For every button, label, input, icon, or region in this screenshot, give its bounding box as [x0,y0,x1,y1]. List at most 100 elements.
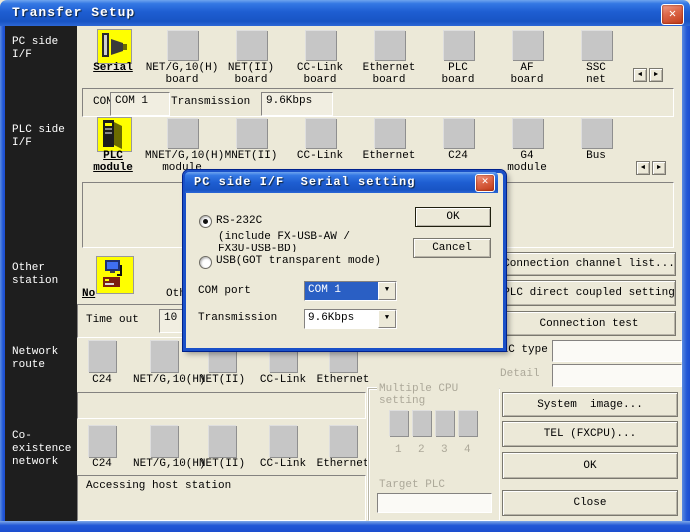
netroute-c24-icon[interactable] [88,340,116,372]
detail-label: Detail [500,368,540,380]
modal-ok-button[interactable]: OK [415,207,491,227]
com-port-select[interactable]: COM 1 ▼ [304,281,397,301]
tel-fxcpu-button[interactable]: TEL (FXCPU)... [502,421,678,447]
multiple-cpu-title: Multiple CPU setting [377,383,499,407]
pc-if-scroll-left-icon[interactable]: ◄ [633,68,647,82]
pc-if-plc-board-icon[interactable] [443,30,474,60]
sidebar-label-pc-side: PC side I/F [8,36,82,57]
usb-radio[interactable] [199,256,212,269]
plc-if-scroll-right-icon[interactable]: ► [652,161,666,175]
other-station-no-label[interactable]: No [82,288,95,300]
netroute-label-netg10h: NET/G,10(H) [133,374,195,386]
plc-if-cclink-icon[interactable] [305,118,336,148]
modal-cancel-button[interactable]: Cancel [413,238,491,258]
pc-if-af-board-icon[interactable] [512,30,543,60]
pc-if-label-plc: PLC board [421,62,495,86]
pc-if-label-af: AF board [490,62,564,86]
com-port-label: COM port [198,285,251,297]
plc-if-c24-icon[interactable] [443,118,474,148]
transmission-value-field[interactable]: 9.6Kbps [261,92,333,116]
transmission-value: 9.6Kbps [305,310,378,328]
netroute-label-cclink: CC-Link [252,374,314,386]
plc-if-label-mnetii: MNET(II) [214,150,288,162]
chevron-down-icon[interactable]: ▼ [378,282,396,300]
plc-if-bus-icon[interactable] [581,118,612,148]
sidebar-label-other-station: Other station [8,262,82,288]
sidebar-label-network-route: Network route [8,346,82,372]
serial-dialog-title: PC side I/F Serial setting [194,175,415,189]
host-station-text: Accessing host station [86,480,231,492]
plc-module-icon[interactable] [97,117,132,152]
rs232c-radio[interactable] [199,215,212,228]
rs232c-note-line2: FX3U-USB-BD) [218,244,297,252]
serial-dialog-title-bar[interactable]: PC side I/F Serial setting ✕ [185,172,498,193]
coexist-label-netg10h: NET/G,10(H) [133,458,195,470]
system-image-button[interactable]: System image... [502,392,678,417]
plc-if-label-bus: Bus [559,150,633,162]
pc-if-settings-panel: COM COM 1 Transmission 9.6Kbps [82,88,674,117]
multiple-cpu-group: Multiple CPU setting 1 2 3 4 Target PLC [368,388,500,521]
connection-channel-list-button[interactable]: Connection channel list... [502,252,676,276]
other-station-icon[interactable] [96,256,134,294]
detail-field [552,364,682,387]
plc-if-label-ethernet: Ethernet [352,150,426,162]
close-button-main[interactable]: Close [502,490,678,516]
title-bar[interactable]: Transfer Setup ✕ [0,0,690,26]
netroute-netg10h-icon[interactable] [150,340,178,372]
sidebar: PC side I/F PLC side I/F Other station N… [5,26,77,521]
target-plc-label: Target PLC [379,479,445,491]
pc-if-label-ssc: SSC net [559,62,633,86]
pc-if-cclink-board-icon[interactable] [305,30,336,60]
com-port-value: COM 1 [305,282,378,300]
coexist-netii-icon[interactable] [208,425,236,457]
pc-if-scroll-right-icon[interactable]: ► [649,68,663,82]
plc-if-scroll-left-icon[interactable]: ◄ [636,161,650,175]
connection-test-button[interactable]: Connection test [502,311,676,336]
plc-if-label-plc-module: PLC module [76,150,150,174]
close-button[interactable]: ✕ [661,4,684,25]
netroute-info-box [77,392,366,419]
plc-if-label-c24: C24 [421,150,495,162]
coexist-label-cclink: CC-Link [252,458,314,470]
pc-if-label-netii: NET(II) board [214,62,288,86]
rs232c-note-line1: (include FX-USB-AW / [218,232,350,243]
close-icon: ✕ [482,176,489,188]
plc-if-mnetii-icon[interactable] [236,118,267,148]
coexist-netg10h-icon[interactable] [150,425,178,457]
cpu-slot-4 [458,410,477,436]
netroute-label-c24: C24 [71,374,133,386]
host-station-box: Accessing host station [77,475,366,521]
serial-dialog-close-button[interactable]: ✕ [475,174,495,192]
timeout-label: Time out [86,314,139,326]
com-value-field[interactable]: COM 1 [110,92,170,116]
plc-direct-coupled-button[interactable]: PLC direct coupled setting [502,280,676,306]
coexist-ethernet-icon[interactable] [329,425,357,457]
serial-icon[interactable] [97,29,132,64]
pc-if-label-serial: Serial [76,62,150,74]
pc-if-ssc-net-icon[interactable] [581,30,612,60]
pc-if-label-cclink: CC-Link board [283,62,357,86]
pc-if-netii-board-icon[interactable] [236,30,267,60]
plc-type-field[interactable] [552,340,682,362]
window-border-bottom [0,521,690,532]
coexist-cclink-icon[interactable] [269,425,297,457]
coexist-label-netii: NET(II) [191,458,253,470]
ok-button[interactable]: OK [502,452,678,479]
sidebar-label-plc-side: PLC side I/F [8,124,82,145]
cpu-slot-1-num: 1 [395,444,402,456]
cpu-slot-2 [412,410,431,436]
transmission-select[interactable]: 9.6Kbps ▼ [304,309,397,329]
pc-if-label-ethernet: Ethernet board [352,62,426,86]
chevron-down-icon[interactable]: ▼ [378,310,396,328]
plc-if-ethernet-icon[interactable] [374,118,405,148]
plc-if-mnetg10h-icon[interactable] [167,118,198,148]
rs232c-label: RS-232C [216,215,262,227]
window-title: Transfer Setup [12,5,135,20]
transfer-setup-window: Transfer Setup ✕ PC side I/F PLC side I/… [0,0,690,532]
pc-if-ethernet-board-icon[interactable] [374,30,405,60]
pc-if-netg10h-board-icon[interactable] [167,30,198,60]
cpu-slot-3-num: 3 [441,444,448,456]
usb-label: USB(GOT transparent mode) [216,255,381,267]
plc-if-g4-icon[interactable] [512,118,543,148]
coexist-c24-icon[interactable] [88,425,116,457]
